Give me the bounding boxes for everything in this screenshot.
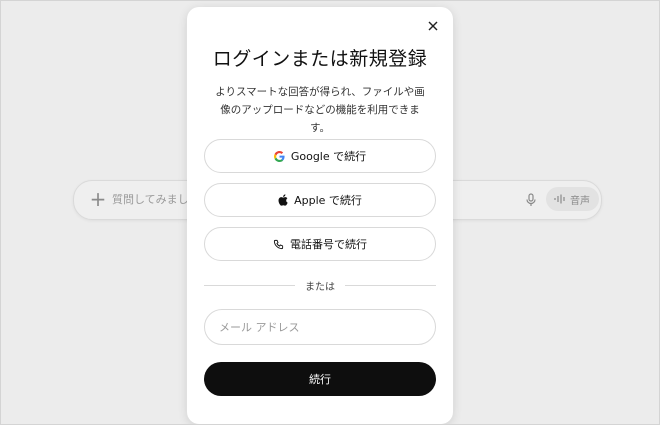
- voice-button-label: 音声: [570, 195, 590, 207]
- continue-with-google-button[interactable]: Google で続行: [204, 139, 436, 173]
- google-icon: [273, 150, 285, 162]
- continue-button[interactable]: 続行: [204, 362, 436, 396]
- close-button[interactable]: [425, 18, 441, 34]
- google-button-label: Google で続行: [290, 150, 367, 163]
- divider-line-right: [345, 284, 436, 286]
- modal-title: ログインまたは新規登録: [212, 48, 428, 70]
- apple-icon: [278, 194, 288, 206]
- plus-icon[interactable]: +: [88, 189, 108, 209]
- app-frame: + 質問してみましょう 音声 ログインまたは新規登録 よりスマートな回答が得られ…: [0, 0, 660, 425]
- phone-icon: [273, 239, 284, 249]
- continue-with-apple-button[interactable]: Apple で続行: [204, 183, 436, 217]
- login-modal: ログインまたは新規登録 よりスマートな回答が得られ、ファイルや画像のアップロード…: [187, 7, 453, 424]
- divider-label: または: [305, 281, 335, 293]
- or-divider: または: [204, 278, 436, 293]
- close-icon: [428, 21, 438, 31]
- waveform-icon: [554, 194, 565, 204]
- apple-button-label: Apple で続行: [294, 194, 362, 207]
- modal-subtitle: よりスマートな回答が得られ、ファイルや画像のアップロードなどの機能を利用できます…: [215, 86, 425, 134]
- voice-button[interactable]: 音声: [546, 187, 599, 211]
- email-input[interactable]: [204, 309, 436, 345]
- divider-line-left: [204, 284, 295, 286]
- phone-button-label: 電話番号で続行: [290, 238, 367, 251]
- continue-with-phone-button[interactable]: 電話番号で続行: [204, 227, 436, 261]
- mic-icon[interactable]: [526, 192, 536, 211]
